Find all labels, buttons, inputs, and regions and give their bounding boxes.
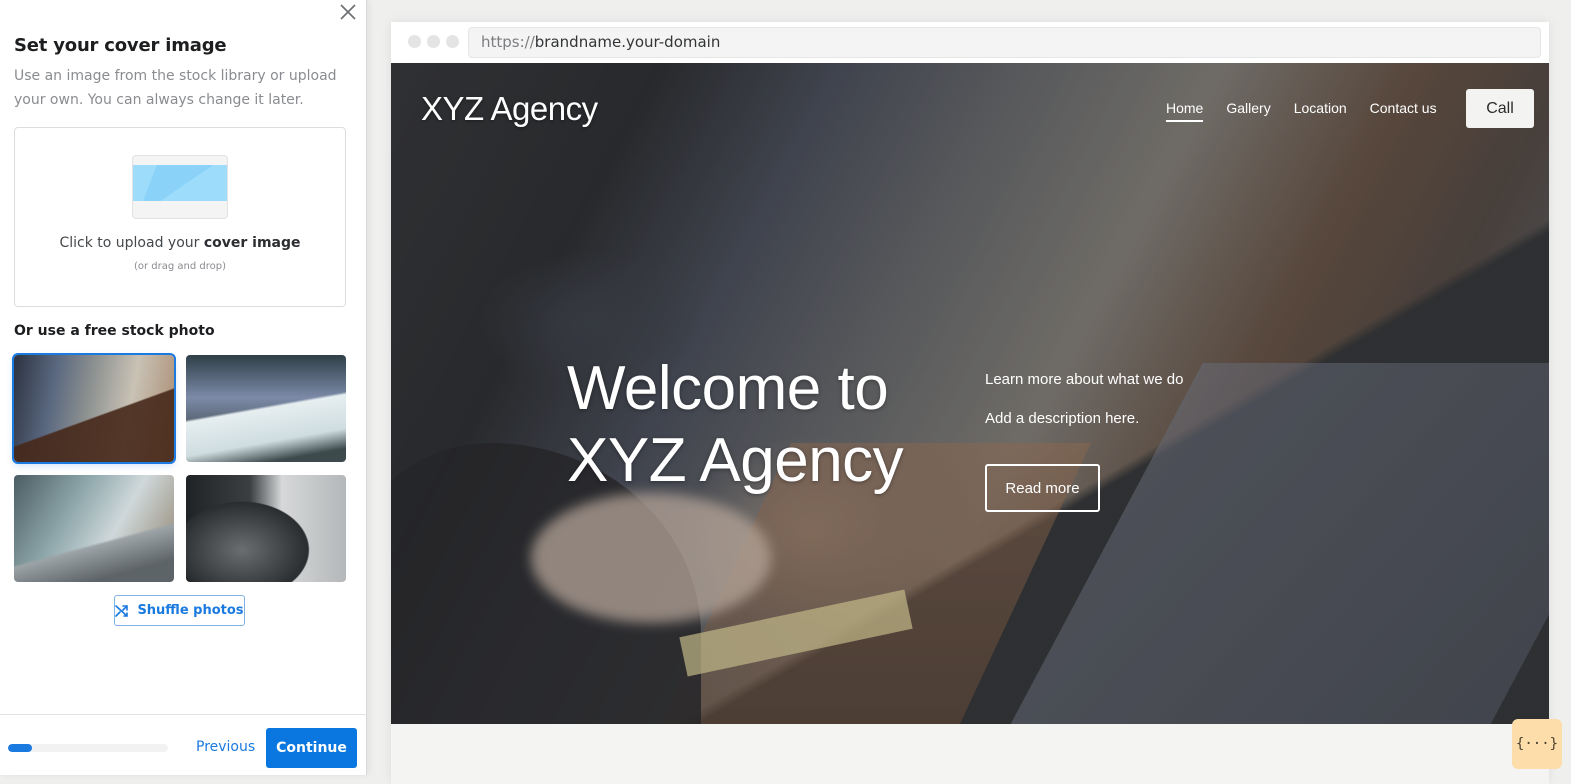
upload-dropzone[interactable]: Click to upload your cover image (or dra… — [14, 127, 346, 307]
stock-photo-2[interactable] — [186, 355, 346, 462]
upload-text-prefix: Click to upload your — [59, 235, 204, 251]
progress-fill — [8, 744, 32, 752]
nav-home[interactable]: Home — [1166, 100, 1204, 122]
read-more-button[interactable]: Read more — [985, 464, 1100, 512]
panel-subtitle: Use an image from the stock library or u… — [14, 68, 337, 108]
shuffle-label: Shuffle photos — [137, 603, 244, 618]
site-logo[interactable]: XYZ Agency — [421, 90, 598, 128]
stock-photo-1[interactable] — [12, 353, 176, 464]
close-button[interactable] — [337, 1, 359, 23]
upload-hint: (or drag and drop) — [133, 261, 227, 272]
progress-bar — [8, 744, 168, 752]
hero-lead: Learn more about what we do — [985, 371, 1184, 388]
shuffle-photos-button[interactable]: Shuffle photos — [114, 595, 245, 626]
site-nav: Home Gallery Location Contact us — [1166, 100, 1437, 122]
previous-button[interactable]: Previous — [196, 739, 255, 755]
hero-description: Add a description here. — [985, 410, 1140, 427]
stock-photo-4[interactable] — [186, 475, 346, 582]
code-braces-button[interactable]: {···} — [1512, 719, 1562, 769]
hero-section: XYZ Agency Home Gallery Location Contact… — [391, 63, 1549, 724]
window-dot-icon — [446, 35, 459, 48]
cover-image-panel: Set your cover image Use an image from t… — [0, 0, 367, 775]
panel-footer: Previous Continue — [0, 714, 367, 775]
url-bar: https://brandname.your-domain — [468, 27, 1541, 58]
nav-gallery[interactable]: Gallery — [1226, 100, 1270, 122]
below-hero-area — [391, 724, 1549, 784]
window-dot-icon — [427, 35, 440, 48]
panel-title: Set your cover image — [14, 35, 227, 56]
nav-contact-us[interactable]: Contact us — [1370, 100, 1437, 122]
stock-photos-heading: Or use a free stock photo — [14, 323, 215, 339]
call-button[interactable]: Call — [1466, 89, 1534, 128]
url-host: brandname.your-domain — [534, 33, 721, 51]
upload-text: Click to upload your cover image — [15, 235, 345, 251]
nav-location[interactable]: Location — [1294, 100, 1347, 122]
hero-title: Welcome to XYZ Agency — [567, 354, 904, 495]
close-icon — [340, 4, 356, 20]
window-dot-icon — [408, 35, 421, 48]
window-controls — [408, 35, 459, 48]
url-protocol: https:// — [481, 33, 535, 51]
website-preview: https://brandname.your-domain XYZ Agency… — [391, 22, 1549, 784]
code-braces-icon: {···} — [1515, 736, 1559, 752]
hero-overlay — [391, 63, 1549, 724]
stock-photo-3[interactable] — [14, 475, 174, 582]
continue-button[interactable]: Continue — [266, 728, 357, 768]
shuffle-icon — [115, 604, 129, 617]
upload-text-bold: cover image — [203, 235, 301, 251]
image-placeholder-icon — [132, 155, 228, 219]
